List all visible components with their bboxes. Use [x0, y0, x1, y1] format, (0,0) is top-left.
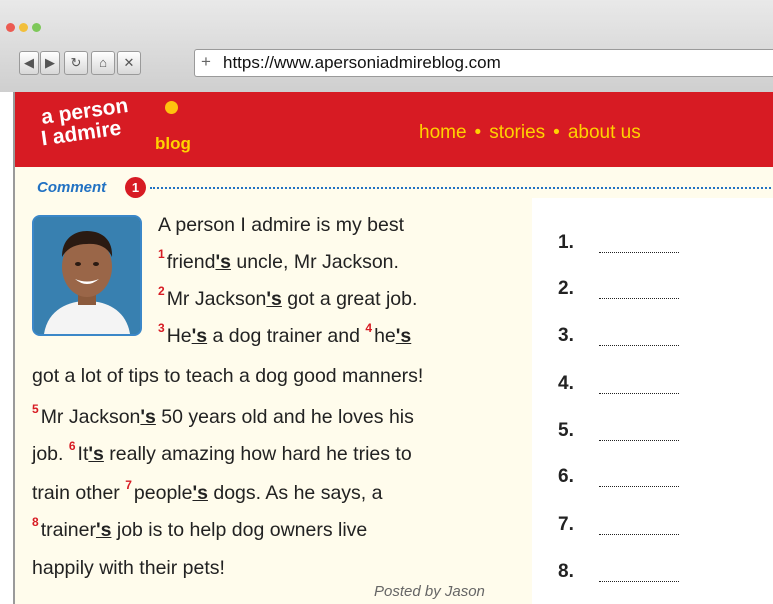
reload-icon[interactable]: ↻	[64, 51, 88, 75]
home-icon[interactable]: ⌂	[91, 51, 115, 75]
post-line-3: 2 Mr Jackson's got a great job.	[158, 284, 418, 310]
logo-blog: blog	[155, 134, 191, 153]
apostrophe-s-2: 's	[266, 288, 282, 310]
maximize-window-button[interactable]	[32, 23, 41, 32]
answer-number-2: 2.	[558, 278, 574, 299]
close-tab-icon[interactable]: ✕	[117, 51, 141, 75]
item-number-1: 1	[158, 247, 165, 261]
post-line-4: 3 He's a dog trainer and 4 he's	[158, 321, 412, 347]
answer-blank-8[interactable]	[599, 581, 679, 582]
answer-blank-2[interactable]	[599, 298, 679, 299]
comment-divider	[150, 187, 773, 189]
comment-label: Comment	[37, 179, 107, 196]
nav-stories-link[interactable]: stories	[489, 122, 545, 143]
logo-dot-icon	[165, 101, 178, 114]
posted-by: Posted by Jason	[374, 583, 485, 600]
answer-number-6: 6.	[558, 466, 574, 487]
answer-blank-6[interactable]	[599, 486, 679, 487]
item-number-8: 8	[32, 515, 39, 529]
new-tab-icon[interactable]: +	[201, 53, 211, 71]
answer-number-4: 4.	[558, 373, 574, 394]
answer-number-3: 3.	[558, 325, 574, 346]
item-number-7: 7	[125, 478, 132, 492]
apostrophe-s-1: 's	[215, 251, 231, 273]
answer-column	[532, 198, 773, 604]
apostrophe-s-7: 's	[192, 482, 208, 504]
nav-separator: •	[553, 122, 560, 143]
apostrophe-s-4: 's	[395, 325, 412, 347]
answer-blank-7[interactable]	[599, 534, 679, 535]
web-page: a person I admire blog home • stories • abou…	[13, 92, 773, 604]
item-number-6: 6	[68, 439, 76, 453]
site-nav: home • stories • about us	[419, 122, 641, 144]
answer-number-1: 1.	[558, 232, 574, 253]
nav-separator: •	[474, 122, 482, 143]
url-text[interactable]: https://www.apersoniadmireblog.com	[223, 53, 501, 73]
nav-about-link[interactable]: about us	[568, 122, 641, 143]
post-line-8: train other 7 people's dogs. As he says, …	[32, 478, 383, 504]
answer-number-7: 7.	[558, 514, 574, 535]
address-bar[interactable]: + https://www.apersoniadmireblog.com	[194, 49, 773, 77]
author-photo-image	[34, 217, 140, 334]
answer-number-8: 8.	[558, 561, 574, 582]
post-line-7: job. 6 It's really amazing how hard he tr…	[32, 439, 412, 465]
item-number-4: 4	[365, 321, 373, 335]
apostrophe-s-5: 's	[140, 406, 156, 428]
item-number-3: 3	[158, 321, 165, 335]
answer-blank-3[interactable]	[599, 345, 679, 346]
apostrophe-s-6: 's	[88, 443, 104, 465]
forward-icon[interactable]: ▶	[40, 51, 60, 75]
answer-blank-5[interactable]	[599, 440, 679, 441]
author-photo	[32, 215, 142, 336]
nav-home-link[interactable]: home	[419, 122, 467, 143]
comment-number-badge: 1	[125, 177, 146, 198]
answer-blank-1[interactable]	[599, 252, 679, 253]
close-window-button[interactable]	[6, 23, 15, 32]
minimize-window-button[interactable]	[19, 23, 28, 32]
item-number-5: 5	[32, 402, 39, 416]
post-line-5: got a lot of tips to teach a dog good ma…	[32, 365, 424, 387]
back-icon[interactable]: ◀	[19, 51, 39, 75]
browser-chrome: ◀ ▶ ↻ ⌂ ✕ + https://www.apersoniadmirebl…	[0, 0, 773, 92]
apostrophe-s-3: 's	[191, 325, 208, 347]
post-line-1: A person I admire is my best	[158, 214, 405, 236]
apostrophe-s-8: 's	[95, 519, 112, 541]
post-line-10: happily with their pets!	[32, 557, 225, 579]
answer-number-5: 5.	[558, 420, 574, 441]
item-number-2: 2	[158, 284, 165, 298]
post-line-6: 5 Mr Jackson's 50 years old and he loves …	[32, 402, 414, 428]
answer-blank-4[interactable]	[599, 393, 679, 394]
post-line-9: 8 trainer's job is to help dog owners liv…	[32, 515, 368, 541]
site-header: a person I admire blog home • stories • abou…	[15, 92, 773, 167]
post-line-2: 1 friend's uncle, Mr Jackson.	[158, 247, 399, 273]
